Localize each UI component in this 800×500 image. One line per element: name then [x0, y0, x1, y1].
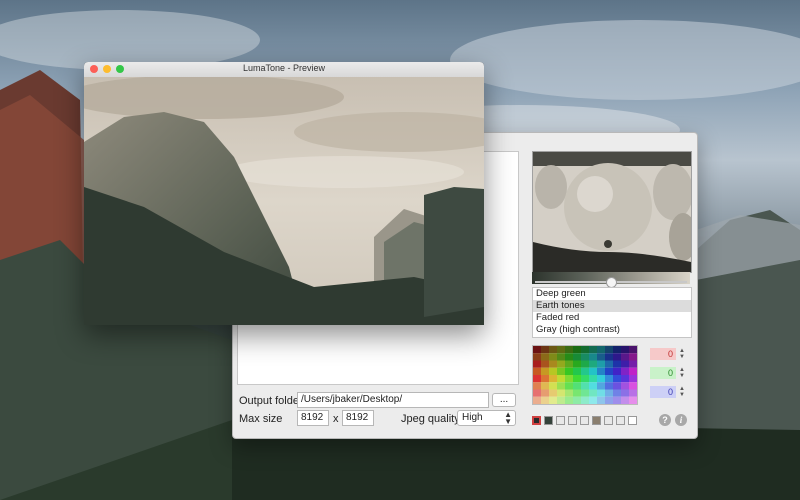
- green-stepper[interactable]: ▲ ▼: [678, 367, 686, 379]
- blue-value-field[interactable]: 0: [650, 386, 676, 398]
- color-chip[interactable]: [544, 416, 553, 425]
- color-chip[interactable]: [532, 416, 541, 425]
- color-chip[interactable]: [604, 416, 613, 425]
- tone-preview-thumbnail: [532, 151, 692, 273]
- preset-item[interactable]: Gray (high contrast): [533, 324, 691, 336]
- color-chip[interactable]: [592, 416, 601, 425]
- preset-item[interactable]: Faded red: [533, 312, 691, 324]
- red-stepper[interactable]: ▲ ▼: [678, 348, 686, 360]
- max-height-field[interactable]: 8192: [342, 410, 374, 426]
- window-title: LumaTone - Preview: [242, 63, 326, 73]
- preset-item[interactable]: Deep green: [533, 288, 691, 300]
- chevron-updown-icon: ▲ ▼: [504, 410, 512, 426]
- color-chip[interactable]: [556, 416, 565, 425]
- preview-titlebar[interactable]: LumaTone - Preview: [84, 62, 484, 78]
- color-chip[interactable]: [628, 416, 637, 425]
- preview-window: LumaTone - Preview: [84, 62, 484, 325]
- browse-button[interactable]: ...: [492, 393, 516, 407]
- red-value-field[interactable]: 0: [650, 348, 676, 360]
- preset-item[interactable]: Earth tones: [533, 300, 691, 312]
- color-swatch-grid[interactable]: [532, 345, 638, 405]
- size-separator: x: [333, 413, 339, 425]
- color-chip[interactable]: [580, 416, 589, 425]
- jpeg-quality-select[interactable]: High ▲ ▼: [457, 410, 516, 426]
- output-folder-label: Output folder: [239, 395, 303, 407]
- help-button[interactable]: ?: [659, 414, 671, 426]
- color-chip[interactable]: [568, 416, 577, 425]
- max-size-label: Max size: [239, 413, 283, 425]
- jpeg-quality-label: Jpeg quality: [401, 413, 460, 425]
- output-folder-field[interactable]: /Users/jbaker/Desktop/: [297, 392, 489, 408]
- max-width-field[interactable]: 8192: [297, 410, 329, 426]
- preset-list: Deep green Earth tones Faded red Gray (h…: [532, 287, 692, 338]
- blue-stepper[interactable]: ▲ ▼: [678, 386, 686, 398]
- preview-photo: [84, 77, 484, 325]
- green-value-field[interactable]: 0: [650, 367, 676, 379]
- info-button[interactable]: i: [675, 414, 687, 426]
- jpeg-quality-value: High: [462, 412, 483, 423]
- color-chip[interactable]: [616, 416, 625, 425]
